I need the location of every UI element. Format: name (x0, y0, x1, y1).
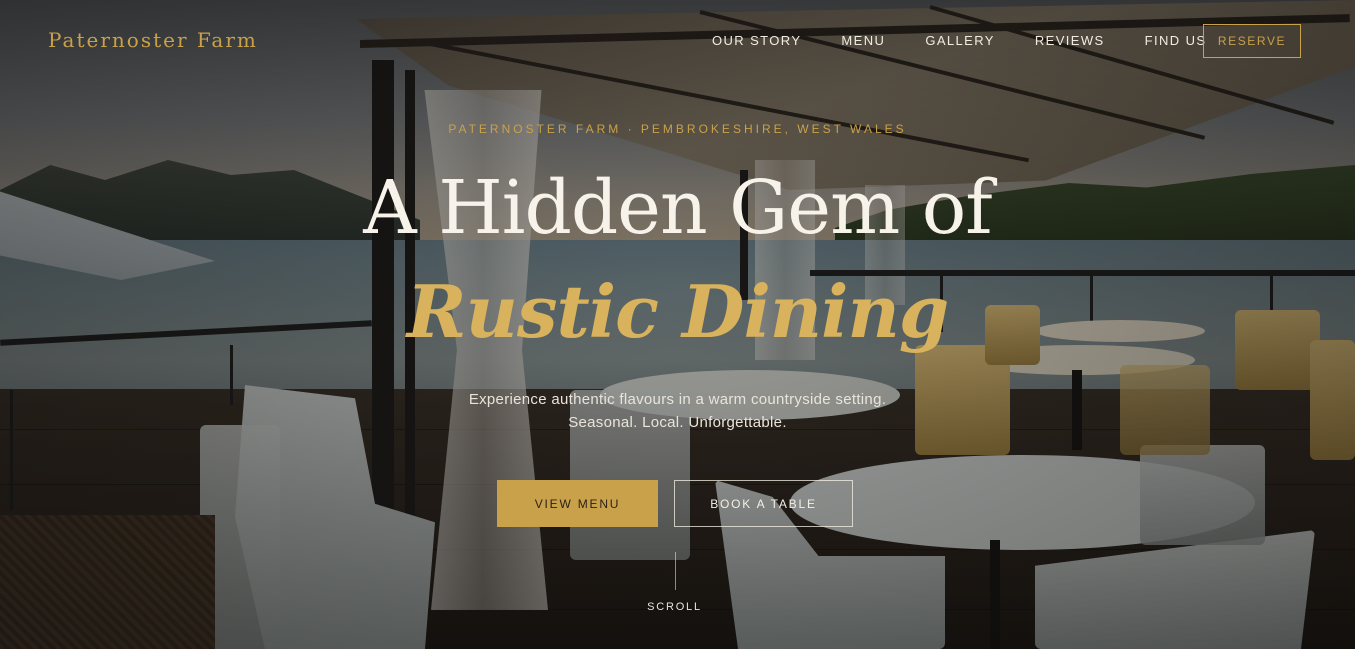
nav-link-menu[interactable]: MENU (841, 33, 885, 48)
top-navigation: Paternoster Farm OUR STORY MENU GALLERY … (0, 0, 1355, 84)
nav-link-find-us[interactable]: FIND US (1145, 33, 1207, 48)
view-menu-button[interactable]: VIEW MENU (497, 480, 658, 527)
nav-links: OUR STORY MENU GALLERY REVIEWS FIND US (712, 33, 1246, 48)
nav-link-our-story[interactable]: OUR STORY (712, 33, 801, 48)
headline-line-2: Rustic Dining (406, 269, 949, 354)
hero-subtitle: Experience authentic flavours in a warm … (0, 388, 1355, 434)
subtitle-line-2: Seasonal. Local. Unforgettable. (568, 414, 787, 431)
landing-page: Paternoster Farm OUR STORY MENU GALLERY … (0, 0, 1355, 649)
brand-logo[interactable]: Paternoster Farm (48, 28, 258, 52)
nav-link-gallery[interactable]: GALLERY (925, 33, 995, 48)
hero-eyebrow: PATERNOSTER FARM · PEMBROKESHIRE, WEST W… (448, 122, 907, 136)
nav-link-reviews[interactable]: REVIEWS (1035, 33, 1105, 48)
scroll-indicator-line (675, 552, 676, 590)
reserve-button[interactable]: RESERVE (1203, 24, 1301, 58)
headline-line-1: A Hidden Gem of (363, 165, 992, 251)
subtitle-line-1: Experience authentic flavours in a warm … (468, 391, 887, 408)
scroll-indicator[interactable]: SCROLL (0, 601, 1349, 613)
book-table-button[interactable]: BOOK A TABLE (674, 480, 853, 527)
